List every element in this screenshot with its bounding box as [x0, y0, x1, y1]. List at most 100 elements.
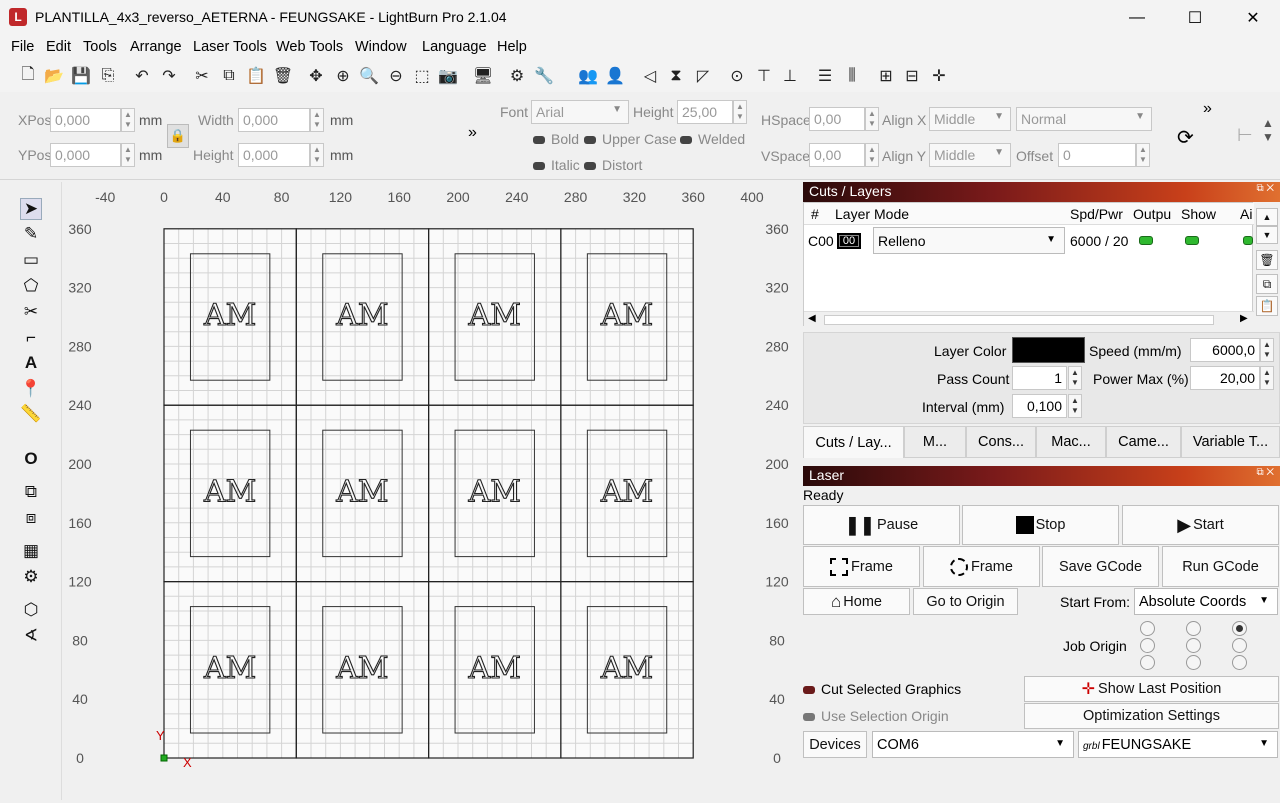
circular-array-icon[interactable]: ⚙	[20, 566, 42, 588]
show-toggle[interactable]	[1185, 236, 1199, 245]
menu-file[interactable]: File	[11, 39, 34, 55]
toolbar-scroll-icon[interactable]: ▲ ▼	[1262, 116, 1274, 144]
measure-icon[interactable]: 📏	[20, 403, 42, 425]
tab-m[interactable]: M...	[904, 426, 966, 458]
settings-gear-icon[interactable]: ⚙	[507, 66, 527, 86]
copy-layer-icon[interactable]: ⧉	[1256, 274, 1278, 294]
menu-tools[interactable]: Tools	[83, 39, 117, 55]
zoom-selection-icon[interactable]: ⬚	[412, 66, 432, 86]
grid-array-icon[interactable]: ▦	[20, 540, 42, 562]
minimize-button[interactable]: —	[1108, 0, 1166, 36]
home-button[interactable]: ⌂ Home	[803, 588, 910, 615]
xpos-stepper[interactable]: ▲ ▼	[121, 108, 135, 132]
interval-stepper[interactable]: ▲ ▼	[1068, 394, 1082, 418]
cut-icon[interactable]: ✂	[192, 66, 212, 86]
interval-input[interactable]: 0,100	[1012, 394, 1067, 418]
aligny-select[interactable]: Middle ▼	[929, 143, 1011, 167]
center-icon[interactable]: ✛	[929, 66, 949, 86]
normal-select[interactable]: Normal ▼	[1016, 107, 1152, 131]
optimization-settings-button[interactable]: Optimization Settings	[1024, 703, 1279, 729]
font-select[interactable]: Arial ▼	[531, 100, 629, 124]
save-icon[interactable]: 💾	[71, 66, 91, 86]
camera-icon[interactable]: 📷	[438, 66, 458, 86]
alignx-select[interactable]: Middle ▼	[929, 107, 1011, 131]
zoom-in-icon[interactable]: 🔍	[359, 66, 379, 86]
lock-icon[interactable]: 🔒	[167, 124, 189, 148]
paste-layer-icon[interactable]: 📋	[1256, 296, 1278, 316]
output-toggle[interactable]	[1139, 236, 1153, 245]
align-bottom-icon[interactable]: ⊥	[780, 66, 800, 86]
tab-camera[interactable]: Came...	[1106, 426, 1181, 458]
monitor-icon[interactable]: 🖥	[473, 66, 493, 86]
width-input[interactable]: 0,000	[238, 108, 310, 132]
maximize-button[interactable]: ☐	[1166, 0, 1224, 36]
mirror-v-icon[interactable]: ⧗	[666, 66, 686, 86]
align-top-icon[interactable]: ⊤	[754, 66, 774, 86]
polygon-icon[interactable]: ⬠	[20, 275, 42, 297]
go-to-origin-button[interactable]: Go to Origin	[913, 588, 1018, 615]
speed-stepper[interactable]: ▲ ▼	[1260, 338, 1274, 362]
layer-color-swatch[interactable]	[1012, 337, 1085, 363]
scroll-right-icon[interactable]: ▶	[1240, 313, 1248, 324]
uppercase-toggle[interactable]: Upper Case	[584, 131, 677, 147]
align-width-icon[interactable]: ⊞	[876, 66, 896, 86]
text-tool-icon[interactable]: A	[20, 352, 42, 374]
open-folder-icon[interactable]: 📂	[44, 66, 64, 86]
tab-cuts-layers[interactable]: Cuts / Lay...	[803, 426, 904, 458]
frame-circle-button[interactable]: Frame	[923, 546, 1040, 587]
hspace-input[interactable]: 0,00	[809, 107, 865, 131]
canvas-svg[interactable]: AM AM AM AM AM AM AM AM AM AM AM AM -40 0 40 80 120 160 20…	[63, 182, 793, 800]
select-icon[interactable]: ➤	[20, 198, 42, 220]
device-select[interactable]: grbl FEUNGSAKE ▼	[1078, 731, 1278, 758]
mirror-h-icon[interactable]: ◁	[640, 66, 660, 86]
rotate-icon[interactable]: ◸	[693, 66, 713, 86]
menu-language[interactable]: Language	[422, 39, 487, 55]
width-stepper[interactable]: ▲ ▼	[310, 108, 324, 132]
distort-toggle[interactable]: Distort	[584, 157, 642, 173]
offset-stepper[interactable]: ▲ ▼	[1136, 143, 1150, 167]
boolean-subtract-icon[interactable]: ⧈	[20, 507, 42, 529]
job-origin-radio[interactable]	[1232, 621, 1247, 636]
scroll-thumb[interactable]	[824, 315, 1214, 325]
menu-help[interactable]: Help	[497, 39, 527, 55]
zoom-out-icon[interactable]: ⊖	[386, 66, 406, 86]
port-select[interactable]: COM6 ▼	[872, 731, 1074, 758]
job-origin-radio[interactable]	[1140, 655, 1155, 670]
delete-layer-icon[interactable]: 🗑	[1256, 250, 1278, 270]
new-file-icon[interactable]: 🗋	[18, 66, 38, 86]
pass-count-input[interactable]: 1	[1012, 366, 1067, 390]
copy-icon[interactable]: ⧉	[219, 66, 239, 86]
distribute-v-icon[interactable]: ⫼	[842, 66, 862, 86]
pass-count-stepper[interactable]: ▲ ▼	[1068, 366, 1082, 390]
italic-toggle[interactable]: Italic	[533, 157, 580, 173]
show-last-position-button[interactable]: ✛ Show Last Position	[1024, 676, 1279, 702]
speed-input[interactable]: 6000,0	[1190, 338, 1260, 362]
workspace[interactable]: AM AM AM AM AM AM AM AM AM AM AM AM -40 0 40 80 120 160 20…	[63, 182, 793, 800]
move-down-icon[interactable]: ▼	[1256, 226, 1278, 244]
job-origin-radio[interactable]	[1232, 638, 1247, 653]
stop-button[interactable]: Stop	[962, 505, 1119, 545]
ungroup-icon[interactable]: 👤	[605, 66, 625, 86]
menu-laser-tools[interactable]: Laser Tools	[193, 39, 267, 55]
export-icon[interactable]: ⎘	[98, 66, 118, 86]
pause-button[interactable]: ❚❚ Pause	[803, 505, 960, 545]
job-origin-radio[interactable]	[1186, 621, 1201, 636]
table-row[interactable]: C00 00 Relleno ▼ 6000 / 20	[804, 227, 1254, 255]
vspace-input[interactable]: 0,00	[809, 143, 865, 167]
panel-float-icon[interactable]: ⧉ ✕	[1256, 467, 1274, 478]
welded-toggle[interactable]: Welded	[680, 131, 745, 147]
expand-more-icon[interactable]: »	[1203, 100, 1212, 118]
cut-selected-toggle[interactable]: Cut Selected Graphics	[803, 681, 961, 697]
job-origin-radio[interactable]	[1140, 638, 1155, 653]
bold-toggle[interactable]: Bold	[533, 131, 579, 147]
use-selection-origin-toggle[interactable]: Use Selection Origin	[803, 708, 949, 724]
start-button[interactable]: ▶ Start	[1122, 505, 1279, 545]
table-scrollbar[interactable]: ◀ ▶	[804, 311, 1254, 327]
zoom-fit-icon[interactable]: ⊕	[333, 66, 353, 86]
xpos-input[interactable]: 0,000	[50, 108, 121, 132]
frame-button[interactable]: Frame	[803, 546, 920, 587]
tab-variable-text[interactable]: Variable T...	[1181, 426, 1280, 458]
offset-input[interactable]: 0	[1058, 143, 1136, 167]
menu-edit[interactable]: Edit	[46, 39, 71, 55]
vspace-stepper[interactable]: ▲ ▼	[865, 143, 879, 167]
